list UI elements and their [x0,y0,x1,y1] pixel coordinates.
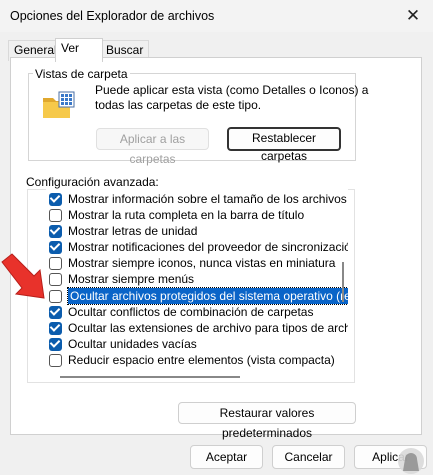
cancel-button[interactable]: Cancelar [272,445,345,469]
restore-defaults-button[interactable]: Restaurar valores predeterminados [178,402,356,440]
window-title: Opciones del Explorador de archivos [10,9,215,23]
ok-button[interactable]: Aceptar [190,445,263,469]
reset-folders-button[interactable]: Restablecer carpetas [227,127,341,163]
checkbox-checked[interactable] [49,225,62,238]
horizontal-scrollbar[interactable] [60,376,240,378]
checkbox-checked[interactable] [49,338,62,351]
folder-views-legend: Vistas de carpeta [33,67,130,81]
checkbox-unchecked[interactable] [49,354,62,367]
checkbox-unchecked[interactable] [49,209,62,222]
checkbox-checked[interactable] [49,306,62,319]
advanced-settings-label: Configuración avanzada: [26,175,159,189]
title-bar: Opciones del Explorador de archivos ✕ [0,0,433,32]
tab-ver[interactable]: Ver [55,38,103,62]
apply-to-folders-button[interactable]: Aplicar a las carpetas [96,128,209,166]
vertical-scrollbar[interactable] [342,262,344,302]
folder-views-description-1: Puede aplicar esta vista (como Detalles … [95,83,369,97]
checkbox-checked[interactable] [49,322,62,335]
advanced-settings-list[interactable]: Mostrar información sobre el tamaño de l… [46,189,348,377]
red-arrow-icon [1,253,45,299]
logo-watermark-icon [398,448,424,474]
folder-icon [43,91,75,118]
close-icon[interactable]: ✕ [401,4,425,28]
folder-views-description-2: todas las carpetas de este tipo. [95,98,262,112]
checkbox-checked[interactable] [49,193,62,206]
